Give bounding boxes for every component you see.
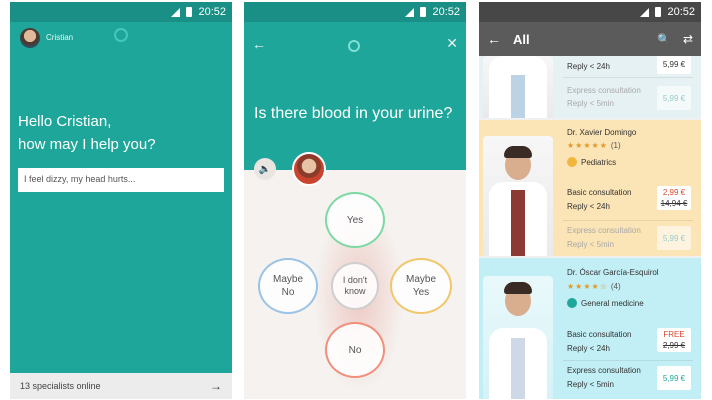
general-medicine-icon xyxy=(567,298,577,308)
basic-reply-time: Reply < 24h xyxy=(567,344,610,353)
app-bar: ← All 🔍 ⇄ xyxy=(479,22,701,56)
divider xyxy=(563,360,693,361)
basic-consultation-label: Basic consultation xyxy=(567,330,632,339)
basic-price-original: 2,99 € xyxy=(662,341,686,350)
specialists-online-text: 13 specialists online xyxy=(20,381,101,391)
express-reply-time: Reply < 5min xyxy=(567,380,614,389)
signal-icon xyxy=(640,7,650,17)
battery-icon xyxy=(420,7,427,17)
specialty-label: General medicine xyxy=(581,298,644,308)
doctor-name: Dr. Óscar García-Esquirol xyxy=(567,268,659,277)
speaker-icon[interactable]: 🔈 xyxy=(254,158,276,180)
express-price: 5,99 € xyxy=(662,234,686,243)
express-price-box[interactable]: 5,99 € xyxy=(657,226,691,250)
back-arrow-icon[interactable]: ← xyxy=(252,36,266,52)
doctor-card[interactable]: Dr. Xavier Domingo ★★★★★ (1) Pediatrics B… xyxy=(479,120,701,256)
basic-price-original: 14,94 € xyxy=(660,199,688,208)
doctor-card[interactable]: Reply < 24h 5,99 € Express consultation … xyxy=(479,56,701,118)
express-price: 5,99 € xyxy=(662,94,686,103)
doctor-name: Dr. Xavier Domingo xyxy=(567,128,637,137)
specialty-label: Pediatrics xyxy=(581,157,617,167)
user-name: Cristian xyxy=(46,33,74,42)
pediatrics-icon xyxy=(567,157,577,167)
express-consultation-label: Express consultation xyxy=(567,366,641,375)
specialists-online-bar[interactable]: 13 specialists online → xyxy=(10,373,232,399)
express-price-box[interactable]: 5,99 € xyxy=(657,86,691,110)
basic-price-box[interactable]: 2,99 € 14,94 € xyxy=(657,186,691,210)
divider xyxy=(563,77,693,78)
status-bar: 20:52 xyxy=(244,2,466,22)
basic-reply-time: Reply < 24h xyxy=(567,202,610,211)
basic-price-box[interactable]: 5,99 € xyxy=(657,56,691,74)
answer-yes-button[interactable]: Yes xyxy=(325,192,385,248)
symptom-input[interactable]: I feel dizzy, my head hurts... xyxy=(18,168,224,192)
stars-icon: ★★★★★ xyxy=(567,141,608,150)
specialty: General medicine xyxy=(567,298,644,308)
express-consultation-label: Express consultation xyxy=(567,86,641,95)
status-bar: 20:52 xyxy=(10,2,232,22)
rating-count: (1) xyxy=(610,141,621,150)
list-title: All xyxy=(513,31,530,47)
status-time: 20:52 xyxy=(198,6,226,18)
answer-maybe-no-button[interactable]: Maybe No xyxy=(258,258,318,314)
app-logo-icon xyxy=(114,28,128,42)
basic-price: 5,99 € xyxy=(662,60,686,69)
battery-icon xyxy=(655,7,662,17)
close-icon[interactable]: ✕ xyxy=(446,35,458,52)
answer-maybe-yes-label: Maybe Yes xyxy=(405,274,436,298)
rating-stars: ★★★★☆ (4) xyxy=(567,282,621,291)
doctor-card[interactable]: Dr. Óscar García-Esquirol ★★★★☆ (4) Gener… xyxy=(479,258,701,399)
question-text: Is there blood in your urine? xyxy=(254,105,453,122)
answer-dont-know-label: I don't know xyxy=(342,275,368,296)
answer-maybe-no-label: Maybe No xyxy=(272,274,303,298)
answer-yes-label: Yes xyxy=(346,214,364,226)
express-consultation-label: Express consultation xyxy=(567,226,641,235)
signal-icon xyxy=(171,7,181,17)
basic-reply-time: Reply < 24h xyxy=(567,62,610,71)
user-avatar[interactable] xyxy=(20,28,40,48)
basic-price-box[interactable]: FREE 2,99 € xyxy=(657,328,691,352)
express-price-box[interactable]: 5,99 € xyxy=(657,366,691,390)
basic-consultation-label: Basic consultation xyxy=(567,188,632,197)
phone-doctors-list-screen: 20:52 ← All 🔍 ⇄ Reply < 24h 5,99 € Expre… xyxy=(479,2,701,399)
rating-count: (4) xyxy=(610,282,621,291)
express-price: 5,99 € xyxy=(662,374,686,383)
greeting-text: Hello Cristian, how may I help you? xyxy=(18,113,156,153)
basic-price: 2,99 € xyxy=(662,188,686,197)
status-bar: 20:52 xyxy=(479,2,701,22)
basic-price: FREE xyxy=(663,330,685,339)
search-icon[interactable]: 🔍 xyxy=(657,33,679,46)
phone-question-screen: 20:52 ← ✕ Is there blood in your urine? … xyxy=(244,2,466,399)
divider xyxy=(563,220,693,221)
signal-icon xyxy=(405,7,415,17)
rating-stars: ★★★★★ (1) xyxy=(567,141,621,150)
status-time: 20:52 xyxy=(432,6,460,18)
doctor-photo xyxy=(483,276,553,399)
answer-no-label: No xyxy=(348,344,362,356)
doctor-photo xyxy=(483,56,553,118)
answer-maybe-yes-button[interactable]: Maybe Yes xyxy=(390,258,452,314)
doctor-avatar xyxy=(292,152,326,186)
filter-icon[interactable]: ⇄ xyxy=(679,32,693,46)
doctor-photo xyxy=(483,136,553,256)
answer-no-button[interactable]: No xyxy=(325,322,385,378)
stars-icon: ★★★★☆ xyxy=(567,282,608,291)
specialty: Pediatrics xyxy=(567,157,616,167)
arrow-right-icon[interactable]: → xyxy=(210,379,222,393)
phone-home-screen: 20:52 Cristian Hello Cristian, how may I… xyxy=(10,2,232,399)
answer-dont-know-button[interactable]: I don't know xyxy=(331,262,379,310)
express-reply-time: Reply < 5min xyxy=(567,99,614,108)
express-reply-time: Reply < 5min xyxy=(567,240,614,249)
status-time: 20:52 xyxy=(667,6,695,18)
back-arrow-icon[interactable]: ← xyxy=(487,31,507,47)
battery-icon xyxy=(186,7,193,17)
app-logo-icon xyxy=(348,40,360,52)
